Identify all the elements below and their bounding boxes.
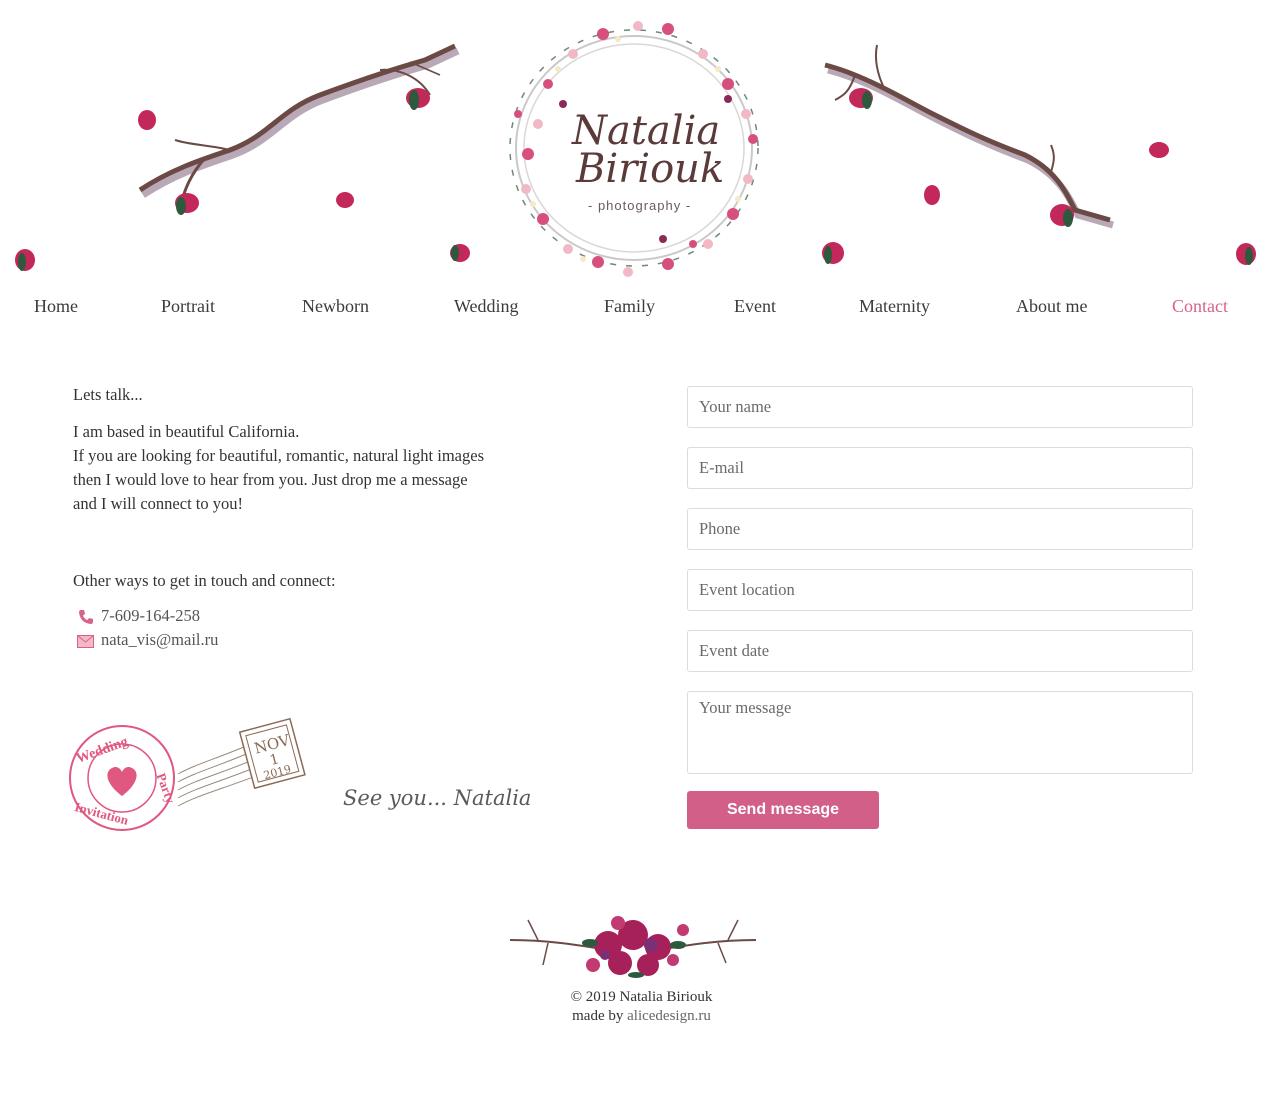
bud-icon — [406, 88, 430, 110]
postmark-stamp-illustration: Wedding Party Invitation NOV 1 2019 — [69, 717, 306, 831]
intro-line: and I will connect to you! — [73, 494, 243, 513]
nav-maternity[interactable]: Maternity — [859, 296, 930, 317]
intro-line: If you are looking for beautiful, romant… — [73, 446, 485, 465]
contacts-heading: Other ways to get in touch and connect: — [73, 571, 336, 590]
send-message-button[interactable]: Send message — [687, 791, 879, 829]
logo-subtitle: - photography - — [588, 198, 692, 213]
footer-made-by: made by — [572, 1008, 624, 1024]
bud-icon — [1236, 243, 1256, 265]
nav-family[interactable]: Family — [604, 296, 655, 317]
stamp-word-bottom: Invitation — [73, 799, 131, 828]
nav-home[interactable]: Home — [34, 296, 78, 317]
nav-wedding[interactable]: Wedding — [454, 296, 519, 317]
logo-title-last: Biriouk — [576, 146, 725, 192]
phone-input[interactable] — [687, 508, 1193, 550]
right-branch-illustration — [824, 44, 1169, 229]
message-textarea[interactable] — [687, 691, 1193, 774]
nav-portrait[interactable]: Portrait — [161, 296, 215, 317]
envelope-icon — [77, 635, 94, 648]
intro-line: then I would love to hear from you. Just… — [73, 470, 468, 489]
footer-credit: made by alicedesign.ru — [0, 1008, 1283, 1025]
email-input[interactable] — [687, 447, 1193, 489]
stamp-word-top: Wedding — [74, 734, 130, 766]
intro-heading: Lets talk... — [73, 385, 143, 404]
nav-about-me[interactable]: About me — [1016, 296, 1088, 317]
nav-newborn[interactable]: Newborn — [302, 296, 369, 317]
signature: See you... Natalia — [343, 786, 532, 810]
left-branch-illustration — [138, 43, 460, 215]
intro-line: I am based in beautiful California. — [73, 422, 300, 441]
footer-floral-ornament — [509, 916, 757, 978]
contact-email[interactable]: nata_vis@mail.ru — [101, 630, 218, 650]
bud-icon — [450, 244, 470, 262]
name-input[interactable] — [687, 386, 1193, 428]
nav-contact[interactable]: Contact — [1172, 296, 1228, 317]
designer-link[interactable]: alicedesign.ru — [627, 1008, 711, 1024]
phone-icon — [79, 610, 93, 624]
bud-icon — [15, 249, 35, 271]
footer-copyright: © 2019 Natalia Biriouk — [570, 989, 713, 1005]
event-date-input[interactable] — [687, 630, 1193, 672]
event-location-input[interactable] — [687, 569, 1193, 611]
bud-icon — [822, 242, 844, 264]
nav-event[interactable]: Event — [734, 296, 776, 317]
contact-phone[interactable]: 7-609-164-258 — [101, 606, 200, 626]
